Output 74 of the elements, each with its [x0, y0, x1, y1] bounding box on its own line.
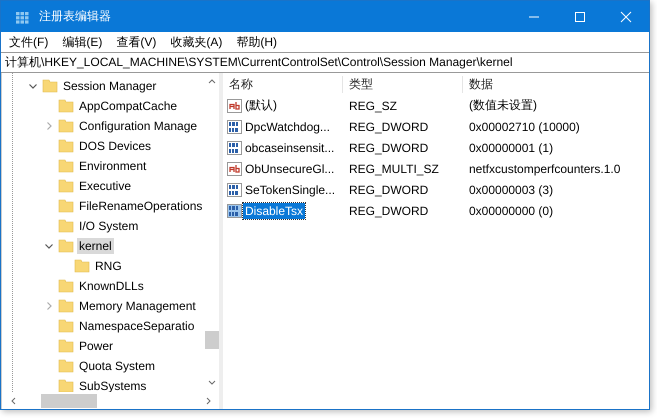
menu-item[interactable]: 查看(V): [116, 34, 156, 50]
value-name[interactable]: DisableTsx: [243, 202, 306, 218]
folder-icon: [58, 278, 74, 294]
binary-value-icon: [227, 140, 243, 156]
chevron-right-icon[interactable]: [44, 121, 54, 131]
tree-item[interactable]: Session Manager: [61, 78, 158, 94]
tree-item[interactable]: SubSystems: [77, 378, 148, 394]
value-type: REG_MULTI_SZ: [348, 162, 440, 176]
folder-icon: [58, 358, 74, 374]
tree-item[interactable]: NamespaceSeparatio: [77, 318, 196, 334]
tree-item[interactable]: KnownDLLs: [77, 278, 146, 294]
binary-value-icon: [227, 182, 243, 198]
folder-icon: [58, 118, 74, 134]
chevron-down-icon[interactable]: [44, 241, 54, 251]
value-data: netfxcustomperfcounters.1.0: [468, 162, 620, 176]
folder-icon: [58, 318, 74, 334]
value-name[interactable]: ObUnsecureGl...: [243, 160, 336, 176]
value-data: 0x00000001 (1): [468, 140, 554, 154]
string-value-icon: [227, 98, 243, 114]
value-data: (数值未设置): [468, 97, 537, 114]
chevron-right-icon[interactable]: [44, 301, 54, 311]
tree-item[interactable]: AppCompatCache: [77, 98, 180, 114]
value-type: REG_DWORD: [348, 120, 430, 134]
column-header[interactable]: 数据: [463, 76, 649, 92]
tree-item[interactable]: DOS Devices: [77, 138, 154, 154]
value-type: REG_DWORD: [348, 204, 430, 218]
value-type: REG_DWORD: [348, 182, 430, 196]
menu-item[interactable]: 帮助(H): [236, 34, 277, 50]
value-data: 0x00000003 (3): [468, 182, 554, 196]
value-type: REG_DWORD: [348, 140, 430, 154]
folder-icon: [58, 178, 74, 194]
value-name[interactable]: obcaseinsensit...: [243, 140, 336, 156]
close-icon: [620, 10, 632, 22]
scroll-thumb[interactable]: [205, 331, 219, 349]
binary-value-icon: [227, 202, 243, 218]
value-name[interactable]: DpcWatchdog...: [243, 118, 332, 134]
horizontal-scrollbar[interactable]: [3, 392, 219, 409]
folder-icon: [58, 198, 74, 214]
address-bar[interactable]: 计算机\HKEY_LOCAL_MACHINE\SYSTEM\CurrentControlSet\Control\Session Manager\kernel: [1, 52, 649, 73]
tree-item[interactable]: Quota System: [77, 358, 158, 374]
folder-icon: [58, 338, 74, 354]
tree-item[interactable]: kernel: [77, 238, 114, 254]
string-value-icon: [227, 160, 243, 176]
scroll-thumb[interactable]: [41, 394, 97, 408]
value-data: 0x00000000 (0): [468, 204, 554, 218]
folder-icon: [74, 258, 90, 274]
tree-item[interactable]: Executive: [77, 178, 134, 194]
tree-item[interactable]: I/O System: [77, 218, 140, 234]
value-type: REG_SZ: [348, 98, 398, 112]
value-data: 0x00002710 (10000): [468, 120, 580, 134]
folder-icon: [58, 218, 74, 234]
column-header[interactable]: 名称: [223, 76, 343, 92]
folder-icon: [58, 138, 74, 154]
value-name[interactable]: (默认): [243, 96, 279, 115]
value-name[interactable]: SeTokenSingle...: [243, 182, 338, 198]
window-title: 注册表编辑器: [39, 8, 111, 25]
binary-value-icon: [227, 118, 243, 134]
tree-item[interactable]: RNG: [93, 258, 124, 274]
tree-item[interactable]: Environment: [77, 158, 148, 174]
tree-item[interactable]: Memory Management: [77, 298, 198, 314]
folder-icon: [58, 158, 74, 174]
folder-icon: [42, 78, 58, 94]
folder-icon: [58, 238, 74, 254]
chevron-down-icon[interactable]: [28, 81, 38, 91]
maximize-icon: [574, 10, 586, 22]
tree-item[interactable]: Power: [77, 338, 116, 354]
tree-item[interactable]: FileRenameOperations: [77, 198, 204, 214]
menu-item[interactable]: 收藏夹(A): [170, 34, 222, 50]
folder-icon: [58, 98, 74, 114]
menu-item[interactable]: 文件(F): [9, 34, 48, 50]
column-header[interactable]: 类型: [343, 76, 463, 92]
menu-item[interactable]: 编辑(E): [62, 34, 102, 50]
folder-icon: [58, 298, 74, 314]
tree-item[interactable]: Configuration Manage: [77, 118, 200, 134]
